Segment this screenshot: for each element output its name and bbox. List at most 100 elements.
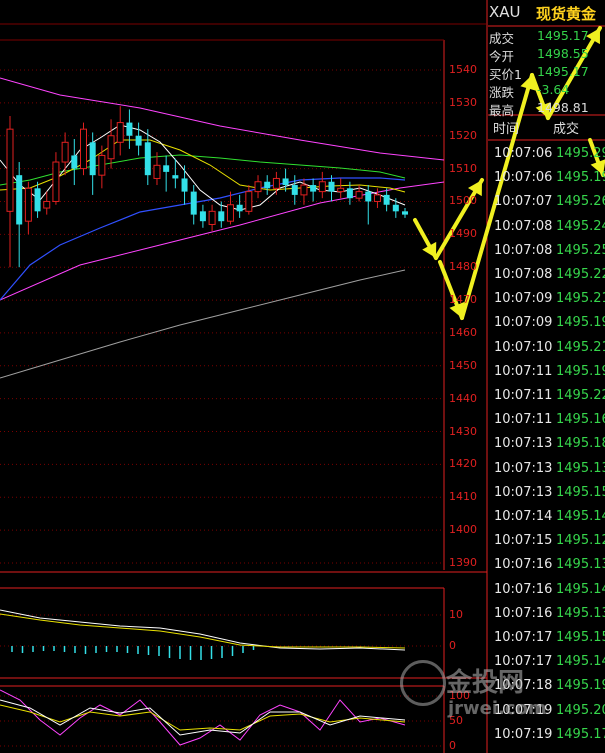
tick-time: 10:07:14 xyxy=(494,509,553,524)
quote-value: 1498.55 xyxy=(537,46,589,61)
tick-row: 10:07:19 1495.17 xyxy=(494,724,605,748)
quote-value: 1495.17 xyxy=(537,64,589,79)
quote-value: 1495.17 xyxy=(537,28,589,43)
tick-time: 10:07:11 xyxy=(494,363,553,379)
kdj-d xyxy=(0,704,406,731)
candle-body-up xyxy=(107,135,115,160)
ma-yellow xyxy=(0,139,406,193)
tick-time: 10:07:08 xyxy=(494,242,553,258)
tick-time: 10:07:06 xyxy=(494,146,553,161)
candle-body-up xyxy=(300,184,308,196)
kdj-j xyxy=(0,689,406,746)
tick-row: 10:07:16 1495.14 xyxy=(494,579,605,603)
candle-body-up xyxy=(61,141,69,163)
tick-time: 10:07:13 xyxy=(494,484,553,500)
ma-green xyxy=(0,154,406,186)
candle-body-down xyxy=(190,191,197,215)
candle-body-up xyxy=(208,210,216,225)
tick-price: 1495.18 xyxy=(556,436,605,452)
tick-price: 1495.22 xyxy=(556,267,605,282)
macd-tick-label: 0 xyxy=(449,639,456,652)
candle-body-up xyxy=(245,191,253,212)
ticks-header-time: 时间 xyxy=(493,122,520,137)
tick-row: 10:07:13 1495.18 xyxy=(494,433,605,457)
tick-price: 1495.15 xyxy=(556,484,605,500)
tick-price: 1495.14 xyxy=(556,581,605,597)
tick-time: 10:07:09 xyxy=(494,291,553,307)
ma-blue xyxy=(0,177,406,301)
tick-row: 10:07:06 1495.19 xyxy=(494,167,605,191)
candle-body-up xyxy=(318,181,326,193)
tick-price: 1495.19 xyxy=(556,363,605,379)
price-tick-label: 1520 xyxy=(449,128,477,142)
candle-body-down xyxy=(172,175,179,179)
quote-row: 涨跌 -3.64 xyxy=(489,81,605,100)
tick-time: 10:07:06 xyxy=(494,170,553,186)
candle-body-up xyxy=(272,177,280,189)
tick-price: 1495.25 xyxy=(556,242,605,258)
tick-time: 10:07:08 xyxy=(494,267,553,282)
price-tick-label: 1420 xyxy=(449,457,477,471)
candle-body-up xyxy=(226,204,234,222)
tick-time: 10:07:13 xyxy=(494,460,553,476)
moving-average-lines xyxy=(0,77,445,379)
tick-row: 10:07:08 1495.24 xyxy=(494,216,605,240)
tick-price: 1495.24 xyxy=(556,218,605,234)
candle-body-up xyxy=(43,200,51,209)
tick-price: 1495.19 xyxy=(556,315,605,331)
candle-body-down xyxy=(328,181,335,192)
candle-body-up xyxy=(116,122,124,143)
tick-row: 10:07:08 1495.25 xyxy=(494,240,605,264)
tick-price: 1495.17 xyxy=(556,726,605,742)
quote-row: 今开 1498.55 xyxy=(489,45,605,64)
price-tick-label: 1470 xyxy=(449,293,477,307)
tick-price: 1495.16 xyxy=(556,412,605,428)
tick-price: 1495.14 xyxy=(556,509,605,524)
tick-time: 10:07:16 xyxy=(494,557,553,573)
candle-body-up xyxy=(337,187,345,193)
tick-price: 1495.19 xyxy=(556,678,605,694)
tick-time: 10:07:11 xyxy=(494,388,553,403)
tick-row: 10:07:13 1495.13 xyxy=(494,458,605,482)
macd-tick-label: 10 xyxy=(449,608,463,621)
tick-price: 1495.13 xyxy=(556,557,605,573)
watermark-url: jrwei.com xyxy=(448,698,547,719)
candle-body-down xyxy=(135,135,142,146)
watermark-text: 金投网 xyxy=(446,668,525,698)
candle-body-up xyxy=(355,191,363,199)
watermark: 金投网 jrwei.com xyxy=(400,660,560,720)
tick-price: 1495.13 xyxy=(556,460,605,476)
tick-row: 10:07:14 1495.14 xyxy=(494,506,605,530)
tick-price: 1495.15 xyxy=(556,630,605,645)
candles xyxy=(6,106,408,268)
tick-price: 1495.22 xyxy=(556,388,605,403)
candle-body-down xyxy=(181,178,188,192)
quote-value: 1498.81 xyxy=(537,100,589,115)
tick-time: 10:07:15 xyxy=(494,533,553,549)
candle-body-down xyxy=(144,142,151,176)
tick-row: 10:07:15 1495.12 xyxy=(494,530,605,554)
watermark-logo-icon xyxy=(400,660,446,706)
price-tick-label: 1390 xyxy=(449,556,477,569)
tick-price: 1495.19 xyxy=(556,170,605,186)
kdj-tick-label: 0 xyxy=(449,739,456,752)
tick-price: 1495.29 xyxy=(556,146,605,161)
candle-body-down xyxy=(71,155,78,169)
price-tick-label: 1400 xyxy=(449,523,477,537)
candle-body-down xyxy=(402,211,408,215)
quote-row: 最高 1498.81 xyxy=(489,99,605,118)
candle-body-down xyxy=(383,194,390,205)
tick-row: 10:07:09 1495.19 xyxy=(494,312,605,336)
candle-body-down xyxy=(199,211,206,222)
tick-time: 10:07:07 xyxy=(494,194,553,210)
quote-label: 最高 xyxy=(489,103,515,118)
price-tick-label: 1440 xyxy=(449,391,477,405)
tick-row: 10:07:10 1495.21 xyxy=(494,337,605,361)
tick-price: 1495.20 xyxy=(556,702,605,718)
tick-time: 10:07:17 xyxy=(494,630,553,645)
tick-price: 1495.12 xyxy=(556,533,605,549)
candle-body-up xyxy=(79,128,87,170)
quote-row: 成交 1495.17 xyxy=(489,27,605,46)
candle-body-up xyxy=(24,187,32,222)
candle-body-down xyxy=(163,165,170,172)
